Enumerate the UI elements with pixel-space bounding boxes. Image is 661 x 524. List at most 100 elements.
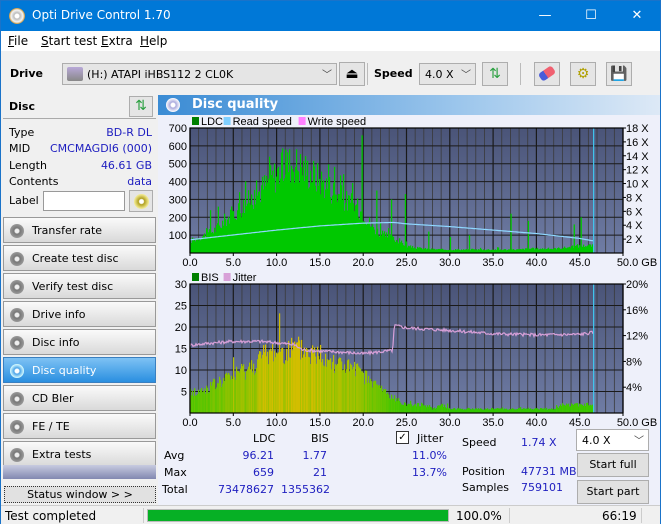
nav-label: Drive info — [32, 308, 86, 321]
minimize-button[interactable]: — — [522, 1, 568, 31]
avg-bis-value: 1.77 — [302, 449, 328, 462]
y2-tick-label: 16 X — [626, 137, 649, 149]
progress-fill — [148, 510, 448, 521]
menu-extra[interactable]: Extra — [101, 34, 133, 48]
menu-help[interactable]: Help — [140, 34, 167, 48]
avg-label: Avg — [164, 449, 185, 462]
eject-button[interactable]: ⏏ — [339, 62, 365, 86]
speed-value: 1.74 X — [521, 436, 557, 449]
eraser-icon — [537, 65, 557, 82]
chevron-down-icon: ﹀ — [461, 70, 471, 81]
legend-label: BIS — [201, 272, 219, 284]
sidebar: Disc ⇅ Type BD-R DL MID CMCMAGDI6 (000) … — [1, 95, 158, 505]
y2-tick-label: 18 X — [626, 123, 649, 135]
legend-swatch — [223, 117, 231, 125]
disc-label-button[interactable] — [129, 190, 153, 212]
cd-bler-icon — [10, 392, 24, 406]
position-label: Position — [462, 465, 505, 478]
disc-label-label: Label — [9, 194, 39, 207]
y-tick-label: 25 — [175, 301, 187, 313]
start-part-button[interactable]: Start part — [577, 480, 649, 504]
status-divider — [143, 508, 144, 523]
y-tick-label: 400 — [169, 177, 187, 189]
window-title: Opti Drive Control 1.70 — [32, 8, 171, 22]
nav-filler — [3, 465, 156, 479]
speed-select[interactable]: 4.0 X ﹀ — [419, 63, 476, 85]
nav-create-test-disc[interactable]: Create test disc — [3, 245, 156, 271]
status-window-button[interactable]: Status window > > — [4, 486, 156, 503]
nav-disc-info[interactable]: Disc info — [3, 329, 156, 355]
settings-icon: ⚙ — [576, 66, 590, 82]
y-tick-label: 700 — [169, 123, 187, 135]
disc-refresh-button[interactable]: ⇅ — [129, 96, 153, 117]
samples-value: 759101 — [521, 481, 563, 494]
progress-bar — [147, 509, 449, 522]
ldc-spike — [390, 199, 393, 253]
disc-length-label: Length — [9, 159, 47, 172]
title-bar: Opti Drive Control 1.70 — ☐ ✕ — [1, 1, 660, 31]
disc-panel: Disc ⇅ Type BD-R DL MID CMCMAGDI6 (000) … — [3, 95, 156, 215]
settings-button[interactable]: ⚙ — [570, 62, 596, 86]
nav-extra-tests[interactable]: Extra tests — [3, 441, 156, 467]
transfer-rate-icon — [10, 224, 24, 238]
drive-select[interactable]: (H:) ATAPI iHBS112 2 CL0K ﹀ — [62, 63, 337, 85]
y2-tick-label: 14 X — [626, 151, 649, 163]
nav-transfer-rate[interactable]: Transfer rate — [3, 217, 156, 243]
jitter-label: Jitter — [417, 432, 444, 445]
toolbar-divider — [520, 63, 521, 85]
y-tick-label: 300 — [169, 194, 187, 206]
nav-label: CD Bler — [32, 392, 74, 405]
ldc-spike — [527, 220, 530, 253]
total-label: Total — [162, 483, 188, 496]
test-speed-select[interactable]: 4.0 X ﹀ — [576, 429, 649, 451]
stats-panel: LDC BIS Avg 96.21 1.77 Max 659 21 Total … — [158, 425, 660, 505]
disc-panel-title: Disc — [9, 100, 35, 113]
menu-file[interactable]: File — [8, 34, 28, 48]
speed-label: Speed — [374, 67, 413, 80]
nav-label: Create test disc — [32, 252, 119, 265]
nav-drive-info[interactable]: Drive info — [3, 301, 156, 327]
nav-label: FE / TE — [32, 420, 70, 433]
total-ldc-value: 73478627 — [218, 483, 274, 496]
max-ldc-value: 659 — [253, 466, 274, 479]
progress-text: 100.0% — [456, 509, 502, 523]
nav-verify-test-disc[interactable]: Verify test disc — [3, 273, 156, 299]
nav-fe-te[interactable]: FE / TE — [3, 413, 156, 439]
close-button[interactable]: ✕ — [614, 1, 660, 31]
start-full-button[interactable]: Start full — [577, 453, 649, 477]
disc-contents-value: data — [127, 175, 152, 188]
jitter-checkbox[interactable]: ✓ — [396, 431, 409, 444]
ldc-spike — [361, 135, 363, 253]
total-bis-value: 1355362 — [281, 483, 330, 496]
y2-tick-label: 10 X — [626, 179, 649, 191]
max-label: Max — [164, 466, 187, 479]
cd-icon — [133, 194, 149, 209]
ldc-chart: 1002003004005006007000.0 5.0 10.0 15.0 20.0 2… — [169, 116, 658, 269]
menu-bar: File Start test Extra Help — [1, 31, 660, 51]
ldc-spike — [285, 149, 287, 253]
elapsed-time: 66:19 — [602, 509, 637, 523]
save-button[interactable]: 💾 — [606, 62, 632, 86]
disc-label-input[interactable] — [43, 191, 125, 211]
max-bis-value: 21 — [313, 466, 327, 479]
maximize-button[interactable]: ☐ — [568, 1, 614, 31]
disc-contents-label: Contents — [9, 175, 59, 188]
erase-button[interactable] — [534, 62, 560, 86]
y-tick-label: 200 — [169, 212, 187, 224]
legend-swatch — [192, 117, 199, 125]
verify-disc-icon — [10, 280, 24, 294]
status-text: Test completed — [5, 509, 97, 523]
nav-label: Verify test disc — [32, 280, 114, 293]
bis-chart: 510152025300.0 5.0 10.0 15.0 20.0 25.0 30.0 35.… — [175, 272, 657, 428]
disc-quality-icon — [10, 364, 24, 378]
menu-start-test[interactable]: Start test — [41, 34, 97, 48]
nav-disc-quality[interactable]: Disc quality — [3, 357, 156, 383]
panel-title: Disc quality — [192, 97, 279, 112]
max-jitter-value: 13.7% — [412, 466, 447, 479]
nav-label: Transfer rate — [32, 224, 103, 237]
y2-tick-label: 8 X — [626, 192, 643, 204]
avg-ldc-value: 96.21 — [242, 449, 275, 462]
legend-label: Read speed — [233, 116, 292, 128]
refresh-button[interactable]: ⇅ — [482, 62, 508, 86]
nav-cd-bler[interactable]: CD Bler — [3, 385, 156, 411]
